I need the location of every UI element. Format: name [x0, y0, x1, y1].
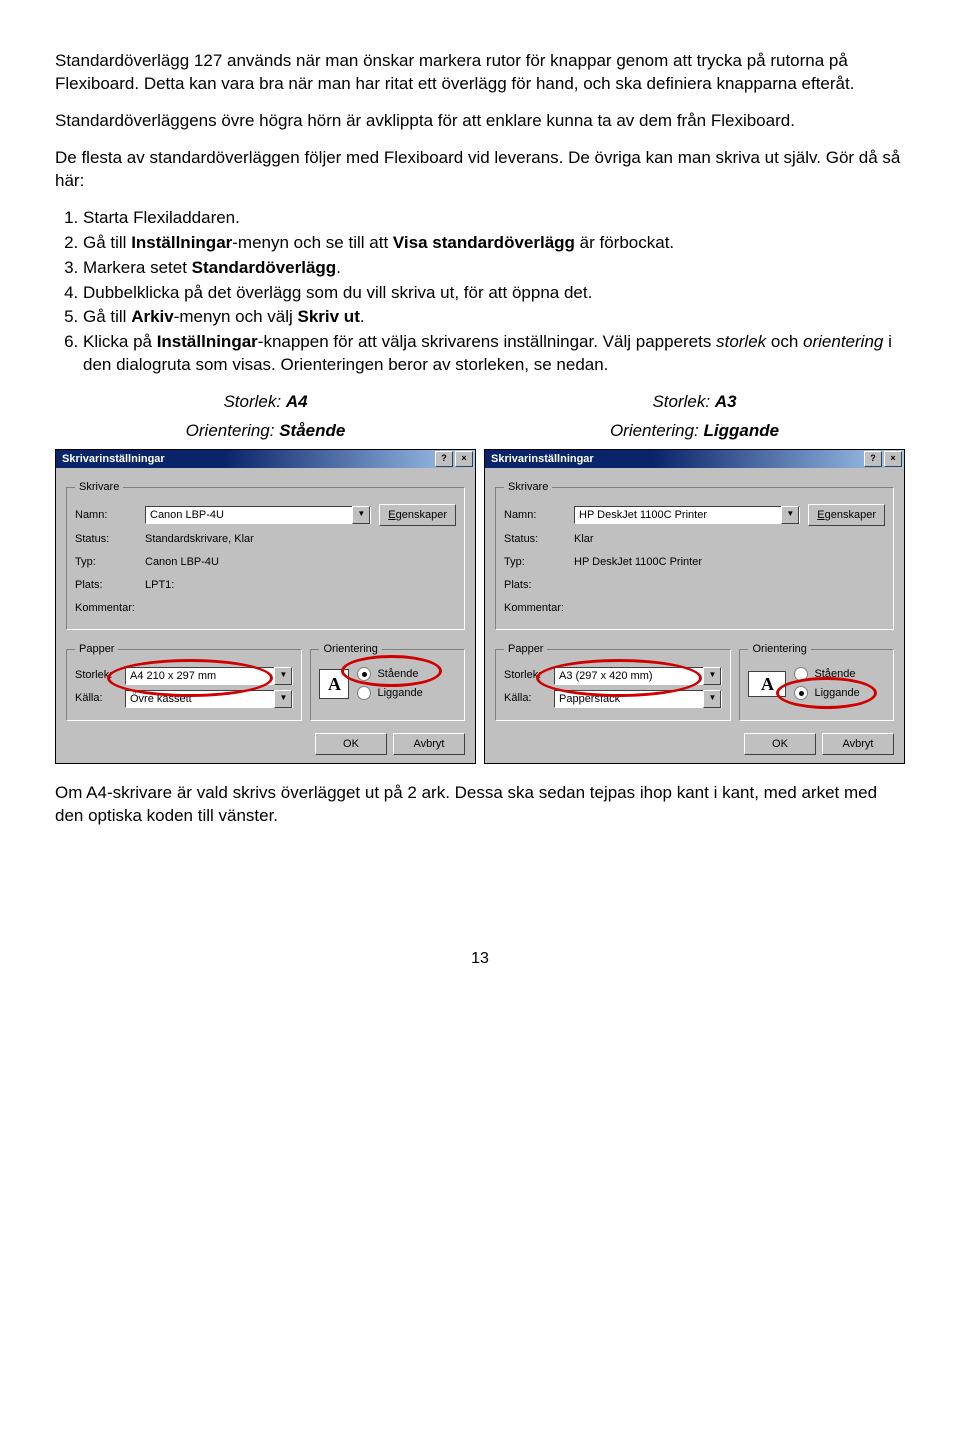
step-2: Gå till Inställningar-menyn och se till … — [83, 232, 905, 255]
help-button[interactable]: ? — [864, 451, 882, 467]
label-type: Typ: — [504, 555, 574, 570]
page-number: 13 — [55, 948, 905, 970]
chevron-down-icon: ▼ — [274, 667, 292, 685]
label-size: Storlek: — [75, 668, 125, 683]
properties-button[interactable]: Egenskaper — [808, 504, 885, 526]
group-printer-legend: Skrivare — [504, 480, 552, 495]
step-3: Markera setet Standardöverlägg. — [83, 257, 905, 280]
window-title: Skrivarinställningar — [487, 452, 862, 467]
intro-para-2: Standardöverläggens övre högra hörn är a… — [55, 110, 905, 133]
column-a3: Storlek: A3 Orientering: Liggande Skriva… — [484, 391, 905, 764]
status-value: Klar — [574, 532, 885, 547]
print-dialog-a4: Skrivarinställningar ? × Skrivare Namn: … — [55, 449, 476, 764]
orientation-preview-icon: A — [319, 669, 349, 699]
label-name: Namn: — [75, 508, 145, 523]
label-source: Källa: — [75, 691, 125, 706]
radio-icon — [794, 686, 808, 700]
label-source: Källa: — [504, 691, 554, 706]
col-head-a4-size: Storlek: A4 — [55, 391, 476, 414]
paper-source-combo[interactable]: Övre kassett ▼ — [125, 690, 293, 708]
chevron-down-icon: ▼ — [352, 506, 370, 524]
group-paper: Papper Storlek: A3 (297 x 420 mm) ▼ — [495, 642, 731, 721]
radio-icon — [357, 686, 371, 700]
place-value: LPT1: — [145, 578, 456, 593]
group-orientation-legend: Orientering — [748, 642, 810, 657]
radio-portrait[interactable]: Stående — [357, 667, 422, 682]
ok-button[interactable]: OK — [744, 733, 816, 755]
properties-button[interactable]: Egenskaper — [379, 504, 456, 526]
col-head-a3-size: Storlek: A3 — [484, 391, 905, 414]
label-comment: Kommentar: — [75, 601, 145, 616]
group-printer: Skrivare Namn: Canon LBP-4U ▼ Egenskaper… — [66, 480, 465, 630]
label-type: Typ: — [75, 555, 145, 570]
printer-name-combo[interactable]: Canon LBP-4U ▼ — [145, 506, 371, 524]
chevron-down-icon: ▼ — [274, 690, 292, 708]
step-1: Starta Flexiladdaren. — [83, 207, 905, 230]
titlebar: Skrivarinställningar ? × — [56, 450, 475, 468]
step-5: Gå till Arkiv-menyn och välj Skriv ut. — [83, 306, 905, 329]
print-dialog-a3: Skrivarinställningar ? × Skrivare Namn: … — [484, 449, 905, 764]
group-orientation: Orientering A Stående Liggande — [310, 642, 465, 721]
type-value: Canon LBP-4U — [145, 555, 456, 570]
label-name: Namn: — [504, 508, 574, 523]
close-button[interactable]: × — [884, 451, 902, 467]
col-head-a4-orient: Orientering: Stående — [55, 420, 476, 443]
group-printer: Skrivare Namn: HP DeskJet 1100C Printer … — [495, 480, 894, 630]
cancel-button[interactable]: Avbryt — [393, 733, 465, 755]
group-printer-legend: Skrivare — [75, 480, 123, 495]
help-button[interactable]: ? — [435, 451, 453, 467]
outro-para: Om A4-skrivare är vald skrivs överlägget… — [55, 782, 905, 828]
radio-landscape[interactable]: Liggande — [794, 686, 859, 701]
window-title: Skrivarinställningar — [58, 452, 433, 467]
radio-icon — [357, 667, 371, 681]
radio-portrait[interactable]: Stående — [794, 667, 859, 682]
intro-para-1: Standardöverlägg 127 används när man öns… — [55, 50, 905, 96]
status-value: Standardskrivare, Klar — [145, 532, 456, 547]
label-place: Plats: — [504, 578, 574, 593]
radio-icon — [794, 667, 808, 681]
paper-size-combo[interactable]: A3 (297 x 420 mm) ▼ — [554, 667, 722, 685]
close-button[interactable]: × — [455, 451, 473, 467]
label-comment: Kommentar: — [504, 601, 574, 616]
printer-name-combo[interactable]: HP DeskJet 1100C Printer ▼ — [574, 506, 800, 524]
group-paper: Papper Storlek: A4 210 x 297 mm ▼ — [66, 642, 302, 721]
type-value: HP DeskJet 1100C Printer — [574, 555, 885, 570]
chevron-down-icon: ▼ — [703, 667, 721, 685]
paper-size-combo[interactable]: A4 210 x 297 mm ▼ — [125, 667, 293, 685]
step-4: Dubbelklicka på det överlägg som du vill… — [83, 282, 905, 305]
column-a4: Storlek: A4 Orientering: Stående Skrivar… — [55, 391, 476, 764]
radio-landscape[interactable]: Liggande — [357, 686, 422, 701]
ok-button[interactable]: OK — [315, 733, 387, 755]
chevron-down-icon: ▼ — [781, 506, 799, 524]
intro-para-3: De flesta av standardöverläggen följer m… — [55, 147, 905, 193]
group-orientation: Orientering A Stående Liggande — [739, 642, 894, 721]
chevron-down-icon: ▼ — [703, 690, 721, 708]
steps-list: Starta Flexiladdaren. Gå till Inställnin… — [55, 207, 905, 378]
group-paper-legend: Papper — [75, 642, 118, 657]
step-6: Klicka på Inställningar-knappen för att … — [83, 331, 905, 377]
label-status: Status: — [75, 532, 145, 547]
group-paper-legend: Papper — [504, 642, 547, 657]
group-orientation-legend: Orientering — [319, 642, 381, 657]
label-place: Plats: — [75, 578, 145, 593]
label-status: Status: — [504, 532, 574, 547]
paper-source-combo[interactable]: Pappersfack ▼ — [554, 690, 722, 708]
titlebar: Skrivarinställningar ? × — [485, 450, 904, 468]
col-head-a3-orient: Orientering: Liggande — [484, 420, 905, 443]
orientation-preview-icon: A — [748, 671, 786, 697]
cancel-button[interactable]: Avbryt — [822, 733, 894, 755]
label-size: Storlek: — [504, 668, 554, 683]
